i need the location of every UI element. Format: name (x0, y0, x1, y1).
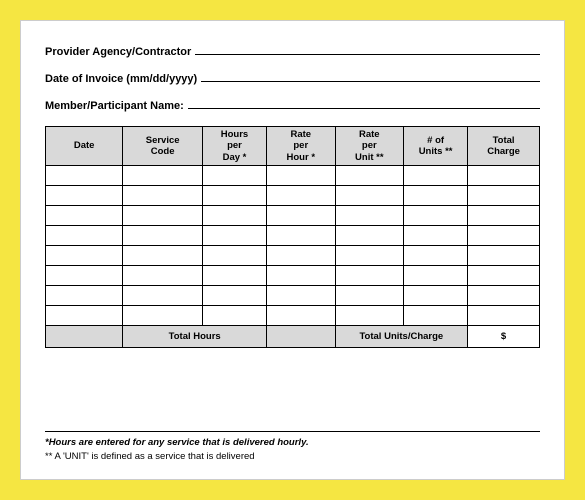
table-cell (468, 286, 540, 306)
table-cell (123, 166, 203, 186)
member-label: Member/Participant Name: (45, 100, 184, 112)
table-cell (267, 246, 336, 266)
note-line-2: ** A 'UNIT' is defined as a service that… (45, 450, 540, 463)
table-cell (468, 166, 540, 186)
table-cell (267, 286, 336, 306)
table-cell (202, 266, 266, 286)
table-cell (46, 226, 123, 246)
table-cell (267, 226, 336, 246)
table-cell (468, 226, 540, 246)
table-cell (335, 166, 404, 186)
col-header-hours: HoursperDay * (202, 127, 266, 166)
table-row (46, 266, 540, 286)
table-cell (202, 206, 266, 226)
table-cell (267, 186, 336, 206)
table-cell (468, 246, 540, 266)
table-cell (335, 266, 404, 286)
table-cell (202, 166, 266, 186)
table-row (46, 226, 540, 246)
table-cell (202, 246, 266, 266)
table-cell (46, 206, 123, 226)
footer-dollar: $ (468, 326, 540, 348)
table-cell (46, 306, 123, 326)
table-cell (202, 186, 266, 206)
footer-total-units: Total Units/Charge (335, 326, 468, 348)
table-cell (404, 186, 468, 206)
table-cell (468, 266, 540, 286)
table-row (46, 286, 540, 306)
table-cell (123, 206, 203, 226)
table-row (46, 306, 540, 326)
date-label: Date of Invoice (mm/dd/yyyy) (45, 73, 197, 85)
date-line: Date of Invoice (mm/dd/yyyy) (45, 68, 540, 85)
table-cell (404, 166, 468, 186)
note-line-1: *Hours are entered for any service that … (45, 436, 540, 449)
table-cell (46, 186, 123, 206)
col-header-service-code: ServiceCode (123, 127, 203, 166)
provider-line: Provider Agency/Contractor (45, 41, 540, 58)
table-cell (46, 246, 123, 266)
table-cell (468, 306, 540, 326)
table-cell (404, 266, 468, 286)
col-header-rate-unit: RateperUnit ** (335, 127, 404, 166)
table-cell (202, 286, 266, 306)
footer-empty-1 (46, 326, 123, 348)
table-cell (468, 206, 540, 226)
invoice-page: Provider Agency/Contractor Date of Invoi… (20, 20, 565, 480)
table-row (46, 166, 540, 186)
table-cell (267, 306, 336, 326)
footer-empty-2 (267, 326, 336, 348)
table-cell (46, 286, 123, 306)
table-cell (335, 306, 404, 326)
table-cell (335, 186, 404, 206)
table-cell (123, 286, 203, 306)
table-cell (123, 246, 203, 266)
table-cell (404, 206, 468, 226)
table-cell (404, 226, 468, 246)
table-cell (404, 286, 468, 306)
table-cell (468, 186, 540, 206)
col-header-num-units: # ofUnits ** (404, 127, 468, 166)
table-cell (202, 226, 266, 246)
table-cell (267, 206, 336, 226)
member-line: Member/Participant Name: (45, 95, 540, 112)
table-cell (123, 306, 203, 326)
table-cell (404, 246, 468, 266)
table-cell (335, 226, 404, 246)
table-cell (46, 166, 123, 186)
table-cell (335, 246, 404, 266)
table-cell (335, 206, 404, 226)
table-row (46, 246, 540, 266)
invoice-table: Date ServiceCode HoursperDay * RateperHo… (45, 126, 540, 348)
table-cell (202, 306, 266, 326)
table-cell (404, 306, 468, 326)
notes-section: *Hours are entered for any service that … (45, 431, 540, 463)
col-header-date: Date (46, 127, 123, 166)
table-cell (267, 166, 336, 186)
col-header-total-charge: TotalCharge (468, 127, 540, 166)
provider-underline (195, 41, 540, 55)
table-wrapper: Date ServiceCode HoursperDay * RateperHo… (45, 126, 540, 425)
col-header-rate-hour: RateperHour * (267, 127, 336, 166)
table-cell (123, 266, 203, 286)
member-underline (188, 95, 540, 109)
table-cell (46, 266, 123, 286)
table-cell (267, 266, 336, 286)
table-row (46, 186, 540, 206)
table-cell (123, 226, 203, 246)
date-underline (201, 68, 540, 82)
provider-label: Provider Agency/Contractor (45, 46, 191, 58)
table-cell (123, 186, 203, 206)
table-cell (335, 286, 404, 306)
footer-total-hours: Total Hours (123, 326, 267, 348)
table-row (46, 206, 540, 226)
